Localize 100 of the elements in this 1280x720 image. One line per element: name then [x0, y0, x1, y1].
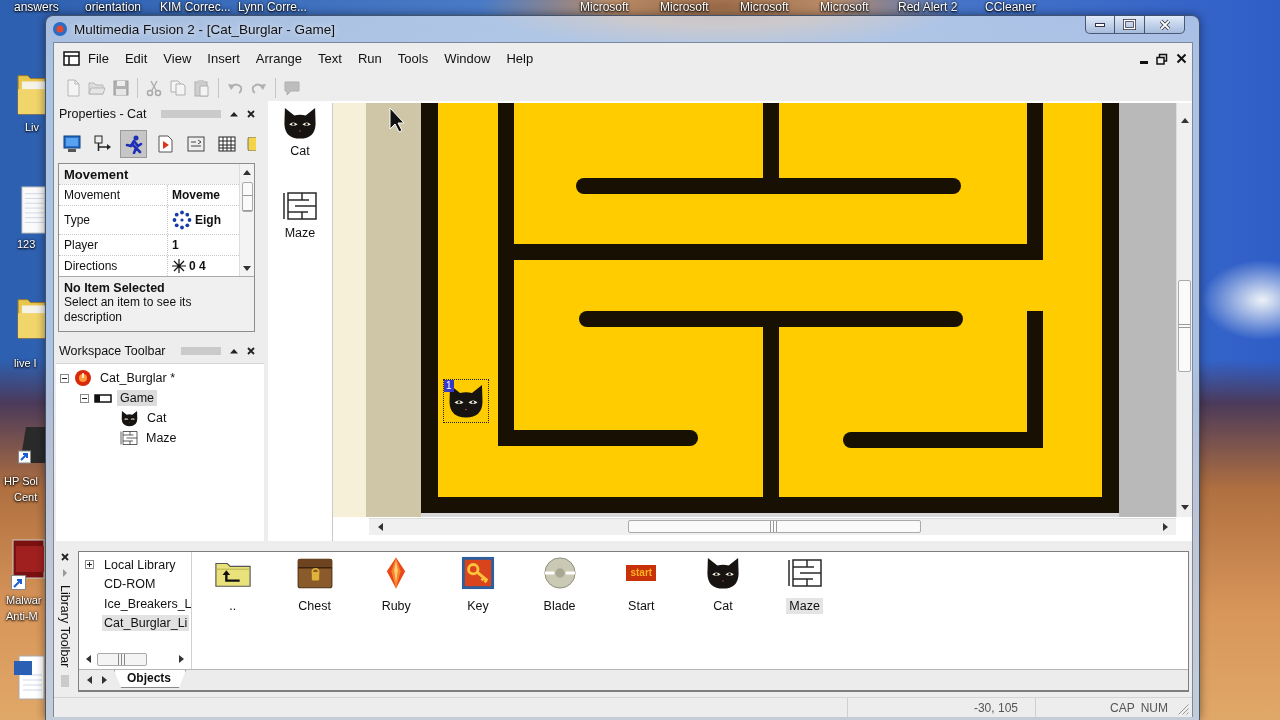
close-icon[interactable] [1176, 53, 1187, 64]
monitor-icon [61, 134, 82, 154]
close-icon[interactable] [247, 347, 255, 355]
caret-up-icon[interactable] [230, 111, 238, 117]
close-icon[interactable] [61, 553, 69, 561]
grip-icon[interactable] [181, 347, 221, 355]
desktop-icon-label[interactable]: answers [14, 0, 59, 14]
tree-item[interactable]: Maze [143, 430, 180, 446]
minimize-button[interactable] [1085, 15, 1115, 34]
menu-item[interactable]: File [80, 48, 117, 69]
menu-item[interactable]: View [155, 48, 200, 69]
scrollbar[interactable] [239, 164, 254, 276]
resize-grip-icon[interactable] [1178, 704, 1189, 715]
maze-icon[interactable] [282, 190, 318, 222]
close-icon[interactable] [247, 110, 255, 118]
desktop-icon-label[interactable]: Liv [25, 121, 40, 134]
tree-item[interactable]: Local Library [102, 556, 178, 573]
restore-icon[interactable] [1156, 52, 1168, 65]
document-icon[interactable] [13, 655, 45, 700]
caret-down-icon[interactable] [243, 265, 251, 272]
scrollbar-thumb[interactable] [1178, 280, 1191, 372]
tree-item[interactable]: Cat [144, 410, 170, 426]
object-label[interactable]: Maze [284, 226, 316, 240]
tree-item[interactable]: Cat_Burglar * [97, 370, 179, 386]
property-value: 0 4 [189, 259, 206, 273]
caret-up-icon[interactable] [243, 169, 251, 176]
desktop-icon-label[interactable]: Microsoft [740, 0, 789, 14]
library-tab[interactable]: Objects [114, 670, 186, 688]
menu-item[interactable]: Edit [116, 48, 156, 69]
panel-title: Library Toolbar [58, 585, 72, 668]
library-item[interactable]: Key [464, 598, 492, 614]
app-logo-icon[interactable] [52, 21, 68, 37]
library-item[interactable]: Cat [710, 598, 736, 614]
property-value: Moveme [172, 188, 221, 202]
menu-item[interactable]: Text [310, 48, 350, 69]
tree-item[interactable]: CD-ROM [102, 576, 158, 593]
tree-item[interactable]: Cat_Burglar_Li [102, 615, 190, 632]
gem-icon[interactable] [385, 556, 408, 590]
menu-item[interactable]: Window [436, 48, 499, 69]
desktop-icon-label[interactable]: orientation [85, 0, 142, 14]
minus-box-icon[interactable] [80, 393, 89, 403]
caret-up-icon[interactable] [1180, 117, 1189, 124]
grid-icon[interactable] [63, 51, 80, 66]
shortcut-icon[interactable] [18, 425, 45, 465]
desktop-icon-label[interactable]: live I [14, 357, 37, 370]
scrollbar-thumb[interactable] [97, 652, 147, 666]
desktop-icon-label[interactable]: Microsoft [660, 0, 709, 14]
panel-title: Properties - Cat [59, 107, 147, 121]
plus-box-icon[interactable] [85, 560, 94, 570]
caret-right-icon[interactable] [100, 676, 108, 684]
scrollbar-thumb[interactable] [628, 520, 921, 533]
caret-left-icon[interactable] [86, 676, 94, 684]
library-item[interactable]: Blade [540, 598, 579, 614]
tree-item[interactable]: Game [117, 390, 158, 406]
scrollbar[interactable] [369, 517, 1176, 535]
caret-left-icon[interactable] [377, 522, 385, 531]
grip-icon[interactable] [161, 110, 221, 118]
caret-down-icon[interactable] [1180, 504, 1189, 511]
maze-icon[interactable] [786, 557, 823, 589]
library-item[interactable]: Start [625, 598, 658, 614]
desktop-icon-label[interactable]: Cent [14, 491, 38, 504]
library-item[interactable]: Maze [786, 598, 823, 614]
tree-item[interactable]: Ice_Breakers_L [102, 595, 194, 612]
caret-right-icon[interactable] [177, 655, 185, 663]
menu-item[interactable]: Run [349, 48, 390, 69]
section-header: Movement [59, 164, 239, 184]
mouse-pointer-icon [389, 107, 405, 133]
window-title: Multimedia Fusion 2 - [Cat_Burglar - Game] [74, 21, 336, 37]
grip-icon[interactable] [61, 675, 69, 688]
app-shortcut-icon[interactable] [11, 538, 45, 590]
menu-item[interactable]: Help [498, 48, 542, 69]
caret-right-icon[interactable] [1161, 522, 1169, 531]
caret-up-icon[interactable] [230, 348, 238, 354]
minimize-icon[interactable] [1140, 60, 1148, 64]
desktop-icon-label[interactable]: 123 [17, 238, 36, 251]
library-item[interactable]: Ruby [378, 598, 414, 614]
desktop-icon-label[interactable]: HP Sol [4, 475, 39, 488]
menu-item[interactable]: Arrange [247, 48, 311, 69]
minus-box-icon[interactable] [60, 373, 69, 383]
minimize-icon [1095, 22, 1105, 27]
object-label[interactable]: Cat [290, 144, 310, 158]
desktop-icon-label[interactable]: Lynn Corre... [238, 0, 307, 14]
chest-icon[interactable] [295, 556, 334, 590]
scrollbar-thumb[interactable] [241, 182, 253, 212]
scrollbar[interactable] [1176, 103, 1192, 517]
maximize-button[interactable] [1115, 15, 1145, 34]
desktop-icon-label[interactable]: Red Alert 2 [898, 0, 958, 14]
library-item[interactable]: Chest [295, 598, 334, 614]
property-tab[interactable] [120, 130, 147, 158]
cat-sprite[interactable]: 1 [444, 380, 488, 422]
num-lock-indicator: NUM [1140, 700, 1168, 715]
close-button[interactable] [1145, 15, 1185, 34]
menu-item[interactable]: Insert [199, 48, 248, 69]
desktop-icon-label[interactable]: KIM Correc... [160, 0, 231, 14]
caret-left-icon[interactable] [85, 655, 93, 663]
document-icon[interactable] [21, 186, 45, 234]
library-item[interactable]: .. [226, 598, 240, 614]
desktop-icon-label[interactable]: CCleaner [985, 0, 1036, 14]
cat-face-icon[interactable] [281, 106, 319, 140]
menu-item[interactable]: Tools [389, 48, 437, 69]
